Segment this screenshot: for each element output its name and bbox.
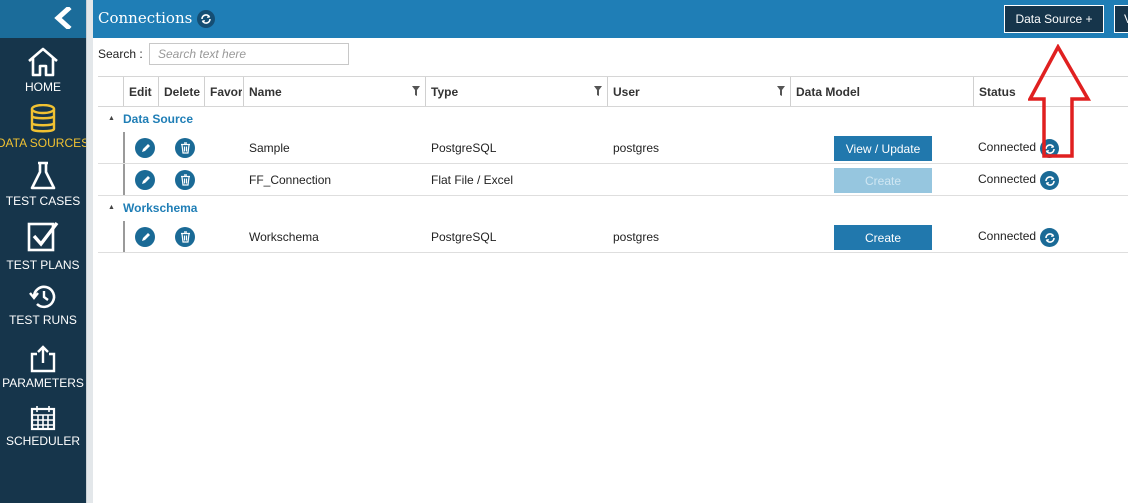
cell-type: Flat File / Excel (431, 173, 514, 187)
refresh-icon[interactable] (1040, 171, 1059, 190)
nav-item-parameters[interactable]: PARAMETERS (0, 344, 86, 390)
column-header-edit[interactable]: Edit (123, 77, 157, 106)
checkbox-icon (26, 220, 60, 256)
refresh-icon[interactable] (1040, 139, 1059, 158)
filter-icon[interactable] (777, 85, 785, 96)
status-text: Connected (978, 172, 1037, 186)
nav-label-test-cases: TEST CASES (5, 194, 81, 208)
column-header-name[interactable]: Name (243, 77, 425, 106)
nav-label-test-plans: TEST PLANS (6, 258, 80, 272)
home-icon (26, 46, 60, 78)
row-indicator (123, 221, 125, 252)
table-row: FF_Connection Flat File / Excel Create C… (98, 164, 1128, 196)
calendar-icon (29, 404, 57, 432)
column-header-type[interactable]: Type (425, 77, 607, 106)
nav-label-test-runs: TEST RUNS (9, 313, 77, 327)
column-header-data-model[interactable]: Data Model (790, 77, 973, 106)
cell-type: PostgreSQL (431, 141, 497, 155)
column-header-status[interactable]: Status (973, 77, 1128, 106)
row-indicator (123, 164, 125, 195)
trash-icon[interactable] (175, 227, 195, 247)
nav-item-home[interactable]: HOME (0, 46, 86, 94)
cell-user: postgres (613, 141, 660, 155)
nav-item-scheduler[interactable]: SCHEDULER (0, 404, 86, 448)
cell-user: postgres (613, 230, 660, 244)
group-title: Data Source (123, 112, 194, 126)
search-label: Search : (98, 47, 143, 61)
create-data-model-button: Create (834, 168, 932, 193)
table-row: Sample PostgreSQL postgres View / Update… (98, 132, 1128, 164)
sidebar-collapse-bar (0, 0, 86, 38)
create-data-model-button[interactable]: Create (834, 225, 932, 250)
column-header-delete[interactable]: Delete (158, 77, 203, 106)
cell-type: PostgreSQL (431, 230, 497, 244)
nav-item-test-cases[interactable]: TEST CASES (0, 160, 86, 208)
sidebar-splitter[interactable] (86, 0, 93, 503)
chevron-left-icon[interactable] (52, 4, 72, 32)
collapse-caret-icon[interactable]: ▲ (108, 115, 115, 122)
nav-label-data-sources: DATA SOURCES (0, 136, 90, 150)
nav-label-home: HOME (25, 80, 61, 94)
group-header[interactable]: ▲ Data Source (98, 108, 1128, 132)
edit-icon[interactable] (135, 227, 155, 247)
status-text: Connected (978, 140, 1037, 154)
filter-icon[interactable] (412, 85, 420, 96)
trash-icon[interactable] (175, 170, 195, 190)
nav-item-test-runs[interactable]: TEST RUNS (0, 283, 86, 327)
row-indicator (123, 132, 125, 163)
refresh-icon[interactable] (197, 10, 215, 28)
export-icon (28, 344, 58, 374)
page-header: Connections Data Source + V (93, 0, 1128, 38)
nav-label-scheduler: SCHEDULER (5, 434, 80, 448)
nav-item-test-plans[interactable]: TEST PLANS (0, 220, 86, 272)
nav-item-data-sources[interactable]: DATA SOURCES (0, 104, 90, 150)
column-header-user[interactable]: User (607, 77, 790, 106)
history-icon (28, 283, 58, 311)
refresh-icon[interactable] (1040, 228, 1059, 247)
group-header[interactable]: ▲ Workschema (98, 197, 1128, 221)
status-text: Connected (978, 229, 1037, 243)
nav-label-parameters: PARAMETERS (2, 376, 84, 390)
sidebar: HOME DATA SOURCES TEST CASES TEST PLANS … (0, 0, 90, 503)
grid-header: Edit Delete Favorite Name Type User Data… (98, 76, 1128, 107)
table-row: Workschema PostgreSQL postgres Create Co… (98, 221, 1128, 253)
cell-name: Workschema (249, 230, 319, 244)
column-header-favorite[interactable]: Favorite (204, 77, 242, 106)
database-icon (29, 104, 57, 134)
cell-name: Sample (249, 141, 290, 155)
flask-icon (28, 160, 58, 192)
group-title: Workschema (123, 201, 198, 215)
secondary-header-button[interactable]: V (1114, 5, 1128, 33)
view-update-button[interactable]: View / Update (834, 136, 932, 161)
filter-icon[interactable] (594, 85, 602, 96)
search-input[interactable] (149, 43, 349, 65)
add-data-source-button[interactable]: Data Source + (1004, 5, 1104, 33)
edit-icon[interactable] (135, 138, 155, 158)
cell-name: FF_Connection (249, 173, 332, 187)
edit-icon[interactable] (135, 170, 155, 190)
collapse-caret-icon[interactable]: ▲ (108, 204, 115, 211)
trash-icon[interactable] (175, 138, 195, 158)
page-title: Connections (98, 9, 193, 27)
